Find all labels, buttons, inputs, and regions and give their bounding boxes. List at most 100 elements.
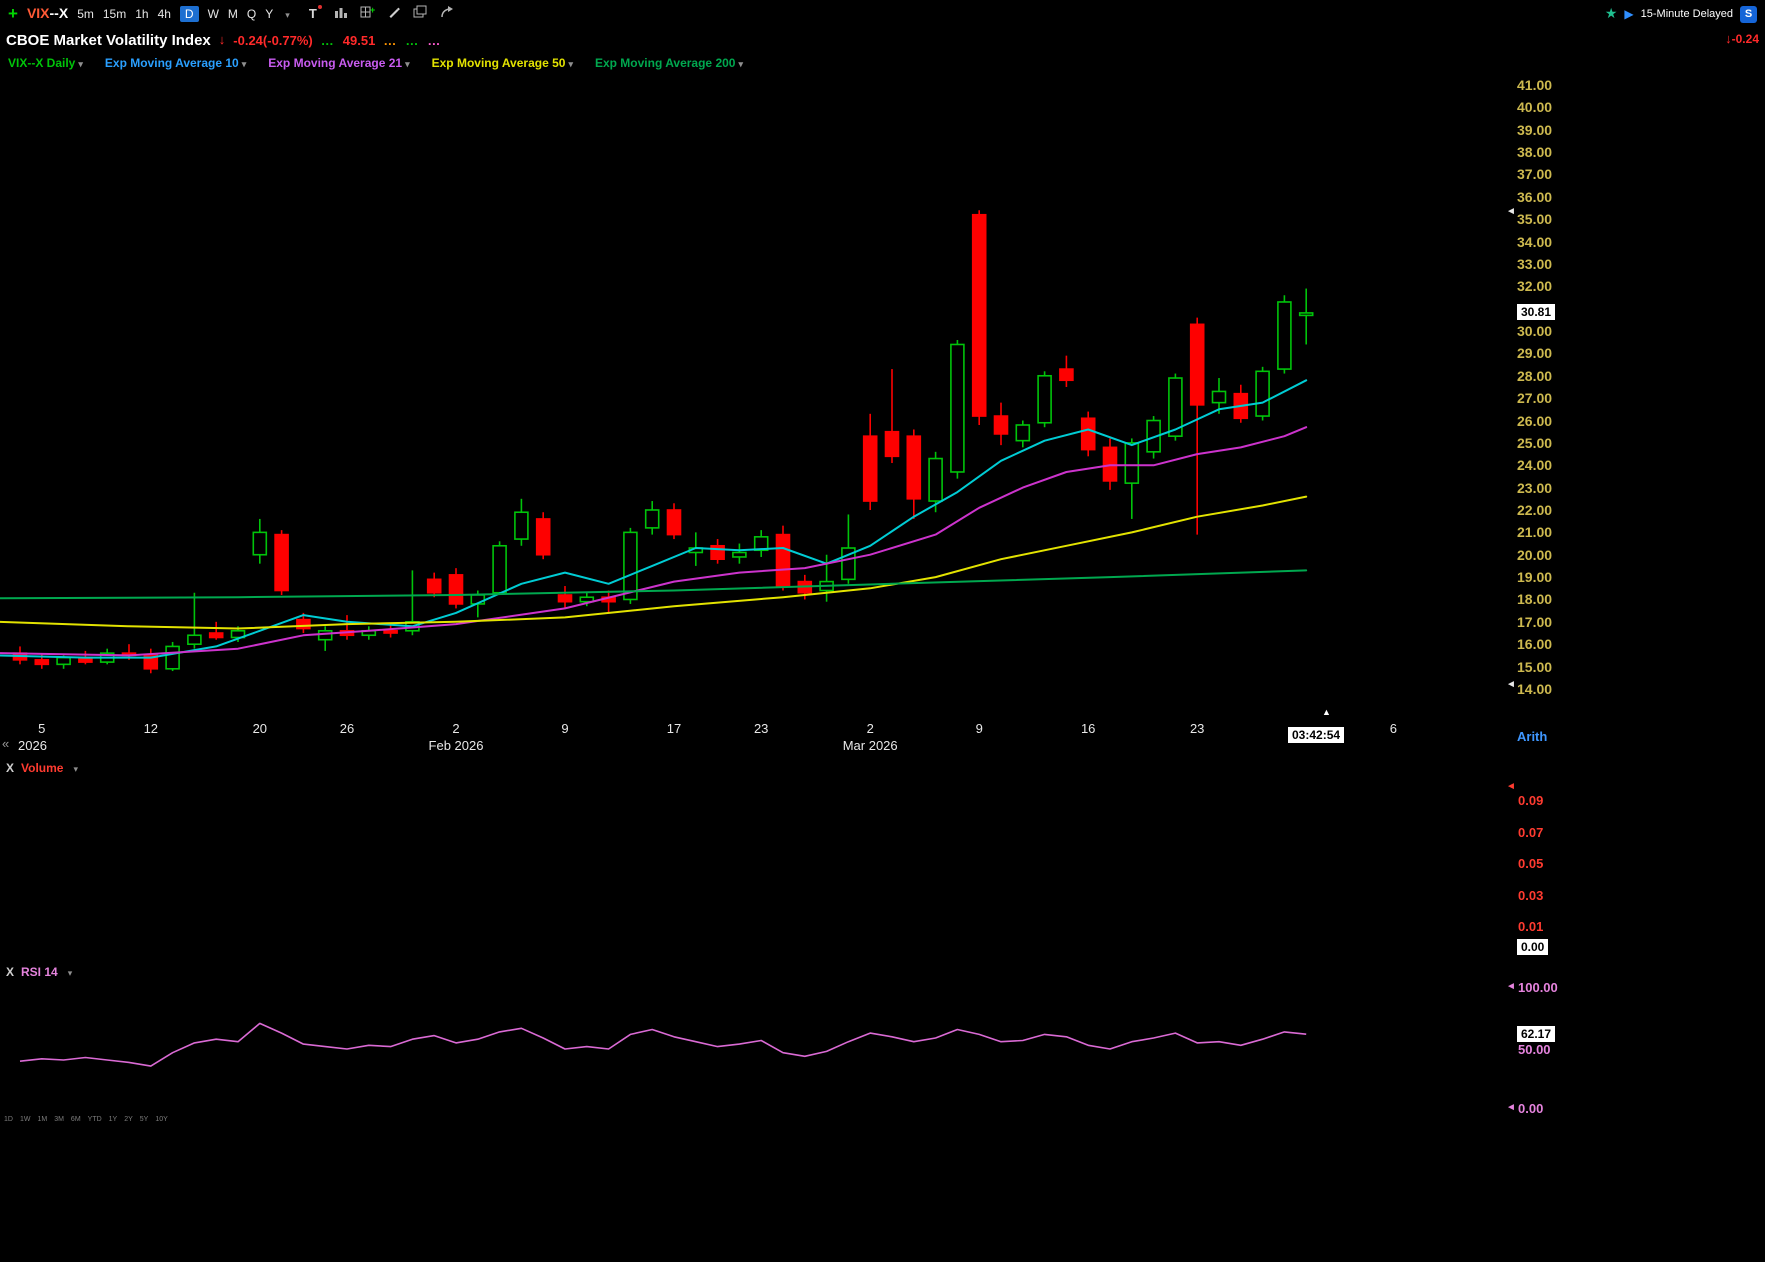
timeframe-Y[interactable]: Y [265, 7, 273, 21]
close-panel-button[interactable]: X [6, 761, 14, 775]
timeframe-M[interactable]: M [228, 7, 238, 21]
price-axis-label: 37.00 [1517, 165, 1571, 183]
rsi-axis-label: 0.00 [1518, 1101, 1543, 1116]
zoom-preset-1M[interactable]: 1M [37, 1116, 47, 1123]
price-axis-label: 34.00 [1517, 233, 1571, 251]
chart-columns-icon[interactable] [334, 5, 348, 24]
price-axis-label: 40.00 [1517, 98, 1571, 116]
price-axis-label: 33.00 [1517, 255, 1571, 273]
timeframe-15m[interactable]: 15m [103, 7, 126, 21]
timeframe-W[interactable]: W [208, 7, 219, 21]
x-axis-label: 6 [1368, 721, 1418, 736]
legend-item-2[interactable]: Exp Moving Average 21 [268, 56, 409, 70]
x-axis-label: 17 [649, 721, 699, 736]
symbol-label[interactable]: VIX--X [27, 5, 68, 23]
price-axis-label: 23.00 [1517, 479, 1571, 497]
price-axis-label: 30.00 [1517, 322, 1571, 340]
rsi-axis-label: 50.00 [1518, 1042, 1551, 1057]
text-tool-icon[interactable] [309, 5, 322, 23]
price-axis-label: 15.00 [1517, 658, 1571, 676]
legend-label: Exp Moving Average 50 [432, 56, 566, 70]
chevron-down-icon[interactable] [735, 56, 743, 70]
price-axis[interactable]: 41.0040.0039.0038.0037.0036.0035.0034.00… [1517, 0, 1577, 720]
indicator-dots[interactable]: … [321, 33, 335, 48]
indicator-dots[interactable]: … [427, 33, 441, 48]
zoom-preset-5Y[interactable]: 5Y [140, 1116, 149, 1123]
chevron-down-icon[interactable] [565, 56, 573, 70]
x-axis-label: 16 [1063, 721, 1113, 736]
chevron-down-icon[interactable] [402, 56, 410, 70]
current-time-label: 03:42:54 [1288, 727, 1344, 743]
x-axis-label: 23 [736, 721, 786, 736]
price-axis-label: 24.00 [1517, 456, 1571, 474]
zoom-preset-1W[interactable]: 1W [20, 1116, 31, 1123]
rsi-panel-header: X RSI 14 [6, 965, 72, 979]
timeframe-4h[interactable]: 4h [158, 7, 171, 21]
x-axis-month-label: Feb 2026 [416, 738, 496, 753]
symbol-suffix: --X [50, 5, 69, 21]
volume-axis-label: 0.03 [1518, 888, 1543, 903]
volume-axis-label: 0.07 [1518, 825, 1543, 840]
windows-icon[interactable] [413, 5, 428, 24]
zoom-preset-1D[interactable]: 1D [4, 1116, 13, 1123]
price-axis-label: 22.00 [1517, 501, 1571, 519]
chevron-down-icon[interactable] [70, 761, 78, 775]
legend-item-0[interactable]: VIX--X Daily [8, 56, 83, 70]
rsi-current-label: 62.17 [1517, 1026, 1555, 1042]
price-axis-label: 26.00 [1517, 412, 1571, 430]
top-toolbar: + VIX--X 5m 15m 1h 4h DWMQY + 15-Minute Dela… [0, 0, 1765, 28]
price-axis-label: 21.00 [1517, 523, 1571, 541]
rsi-panel-title[interactable]: RSI 14 [21, 965, 58, 979]
close-panel-button[interactable]: X [6, 965, 14, 979]
price-axis-label: 35.00 [1517, 210, 1571, 228]
share-icon[interactable] [440, 5, 455, 24]
zoom-preset-6M[interactable]: 6M [71, 1116, 81, 1123]
grid-add-icon[interactable]: + [360, 5, 375, 24]
indicator-dots[interactable]: … [405, 33, 419, 48]
zoom-preset-1Y[interactable]: 1Y [109, 1116, 118, 1123]
zoom-preset-2Y[interactable]: 2Y [124, 1116, 133, 1123]
timeframe-D[interactable]: D [180, 6, 199, 22]
legend-item-3[interactable]: Exp Moving Average 50 [432, 56, 573, 70]
axis-marker-icon [1506, 782, 1516, 792]
rsi-axis-label: 100.00 [1518, 980, 1558, 995]
price-chart-canvas[interactable] [0, 0, 1765, 1262]
timeframe-1h[interactable]: 1h [135, 7, 148, 21]
current-time-marker-icon [1322, 707, 1331, 717]
volume-axis-label: 0.09 [1518, 793, 1543, 808]
title-bar: CBOE Market Volatility Index -0.24(-0.77… [6, 30, 441, 50]
svg-text:+: + [370, 5, 375, 15]
play-flag-icon[interactable] [1624, 5, 1633, 23]
toolbar-right-group: 15-Minute Delayed S [1605, 5, 1757, 23]
indicator-dots[interactable]: … [383, 33, 397, 48]
legend-item-1[interactable]: Exp Moving Average 10 [105, 56, 246, 70]
timeframe-5m[interactable]: 5m [77, 7, 94, 21]
legend-item-4[interactable]: Exp Moving Average 200 [595, 56, 743, 70]
add-symbol-button[interactable]: + [8, 4, 18, 24]
down-arrow-icon [219, 31, 226, 49]
price-axis-label: 16.00 [1517, 635, 1571, 653]
scale-type-label[interactable]: Arith [1517, 729, 1547, 744]
toolbar-icon-group: + [309, 5, 455, 24]
x-axis-label: 9 [540, 721, 590, 736]
volume-panel-title[interactable]: Volume [21, 761, 63, 775]
zoom-preset-YTD[interactable]: YTD [88, 1116, 102, 1123]
x-axis-label: 20 [235, 721, 285, 736]
price-axis-label: 29.00 [1517, 344, 1571, 362]
chevron-down-icon[interactable] [239, 56, 247, 70]
provider-badge[interactable]: S [1740, 6, 1757, 23]
zoom-preset-10Y[interactable]: 10Y [155, 1116, 167, 1123]
price-axis-label: 14.00 [1517, 680, 1571, 698]
axis-marker-icon [1506, 680, 1516, 690]
zoom-preset-3M[interactable]: 3M [54, 1116, 64, 1123]
zoom-preset-bar: 1D 1W 1M 3M 6M YTD 1Y 2Y 5Y 10Y [4, 1116, 168, 1123]
star-icon[interactable] [1605, 5, 1618, 23]
pencil-icon[interactable] [387, 5, 401, 24]
timeframe-Q[interactable]: Q [247, 7, 256, 21]
volume-panel-header: X Volume [6, 761, 78, 775]
chevron-down-icon[interactable] [65, 965, 73, 979]
history-back-icon[interactable] [2, 735, 9, 753]
chart-legend: VIX--X Daily Exp Moving Average 10 Exp Mov… [8, 54, 743, 72]
chevron-down-icon[interactable] [75, 56, 83, 70]
chevron-down-icon[interactable] [282, 5, 290, 23]
